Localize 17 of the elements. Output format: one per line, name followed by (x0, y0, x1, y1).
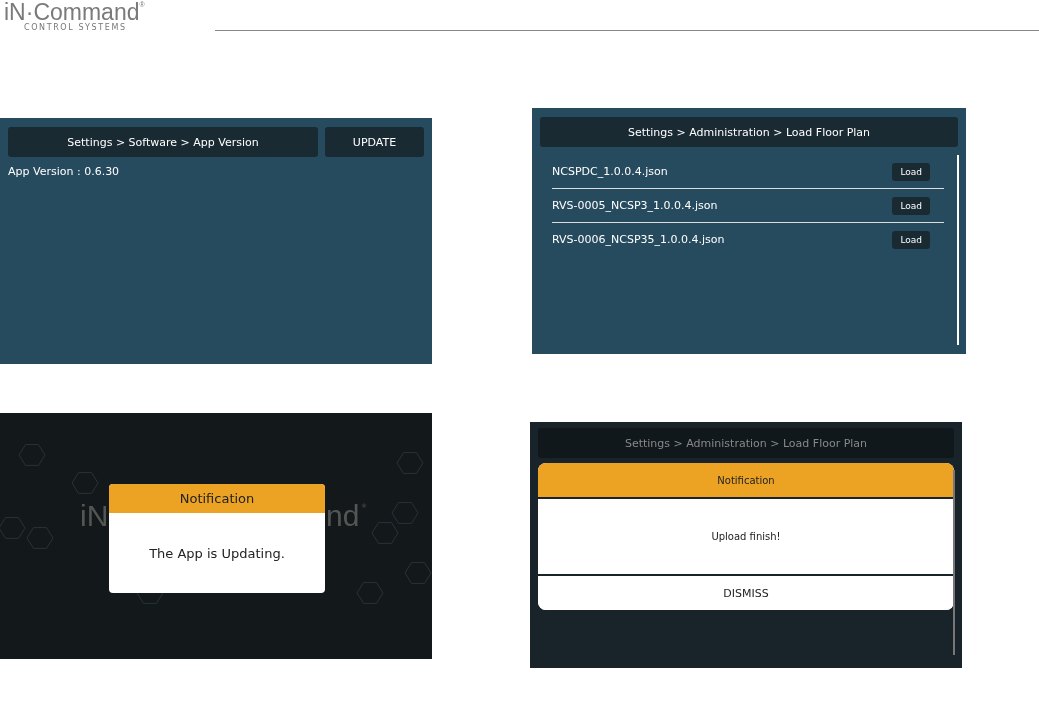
file-name: RVS-0005_NCSP3_1.0.0.4.json (552, 199, 718, 212)
dialog-message: The App is Updating. (148, 544, 286, 563)
logo-tagline: CONTROL SYSTEMS (23, 24, 128, 32)
version-text: App Version : 0.6.30 (8, 165, 121, 178)
background-logo-text: nd (326, 499, 360, 533)
dialog-title: Notification (538, 463, 954, 499)
breadcrumb-bar: Settings > Software > App Version (8, 127, 318, 157)
load-button[interactable]: Load (892, 196, 930, 215)
load-button[interactable]: Load (892, 230, 930, 249)
load-button[interactable]: Load (892, 162, 930, 181)
breadcrumb-bar: Settings > Administration > Load Floor Plan (540, 117, 958, 147)
file-name: RVS-0006_NCSP35_1.0.0.4.json (552, 233, 725, 246)
breadcrumb-bar: Settings > Administration > Load Floor Plan (538, 428, 954, 458)
update-button[interactable]: UPDATE (325, 127, 424, 157)
background-logo-text: iN (80, 499, 109, 533)
dialog-title: Notification (109, 484, 325, 513)
file-name: NCSPDC_1.0.0.4.json (552, 165, 668, 178)
